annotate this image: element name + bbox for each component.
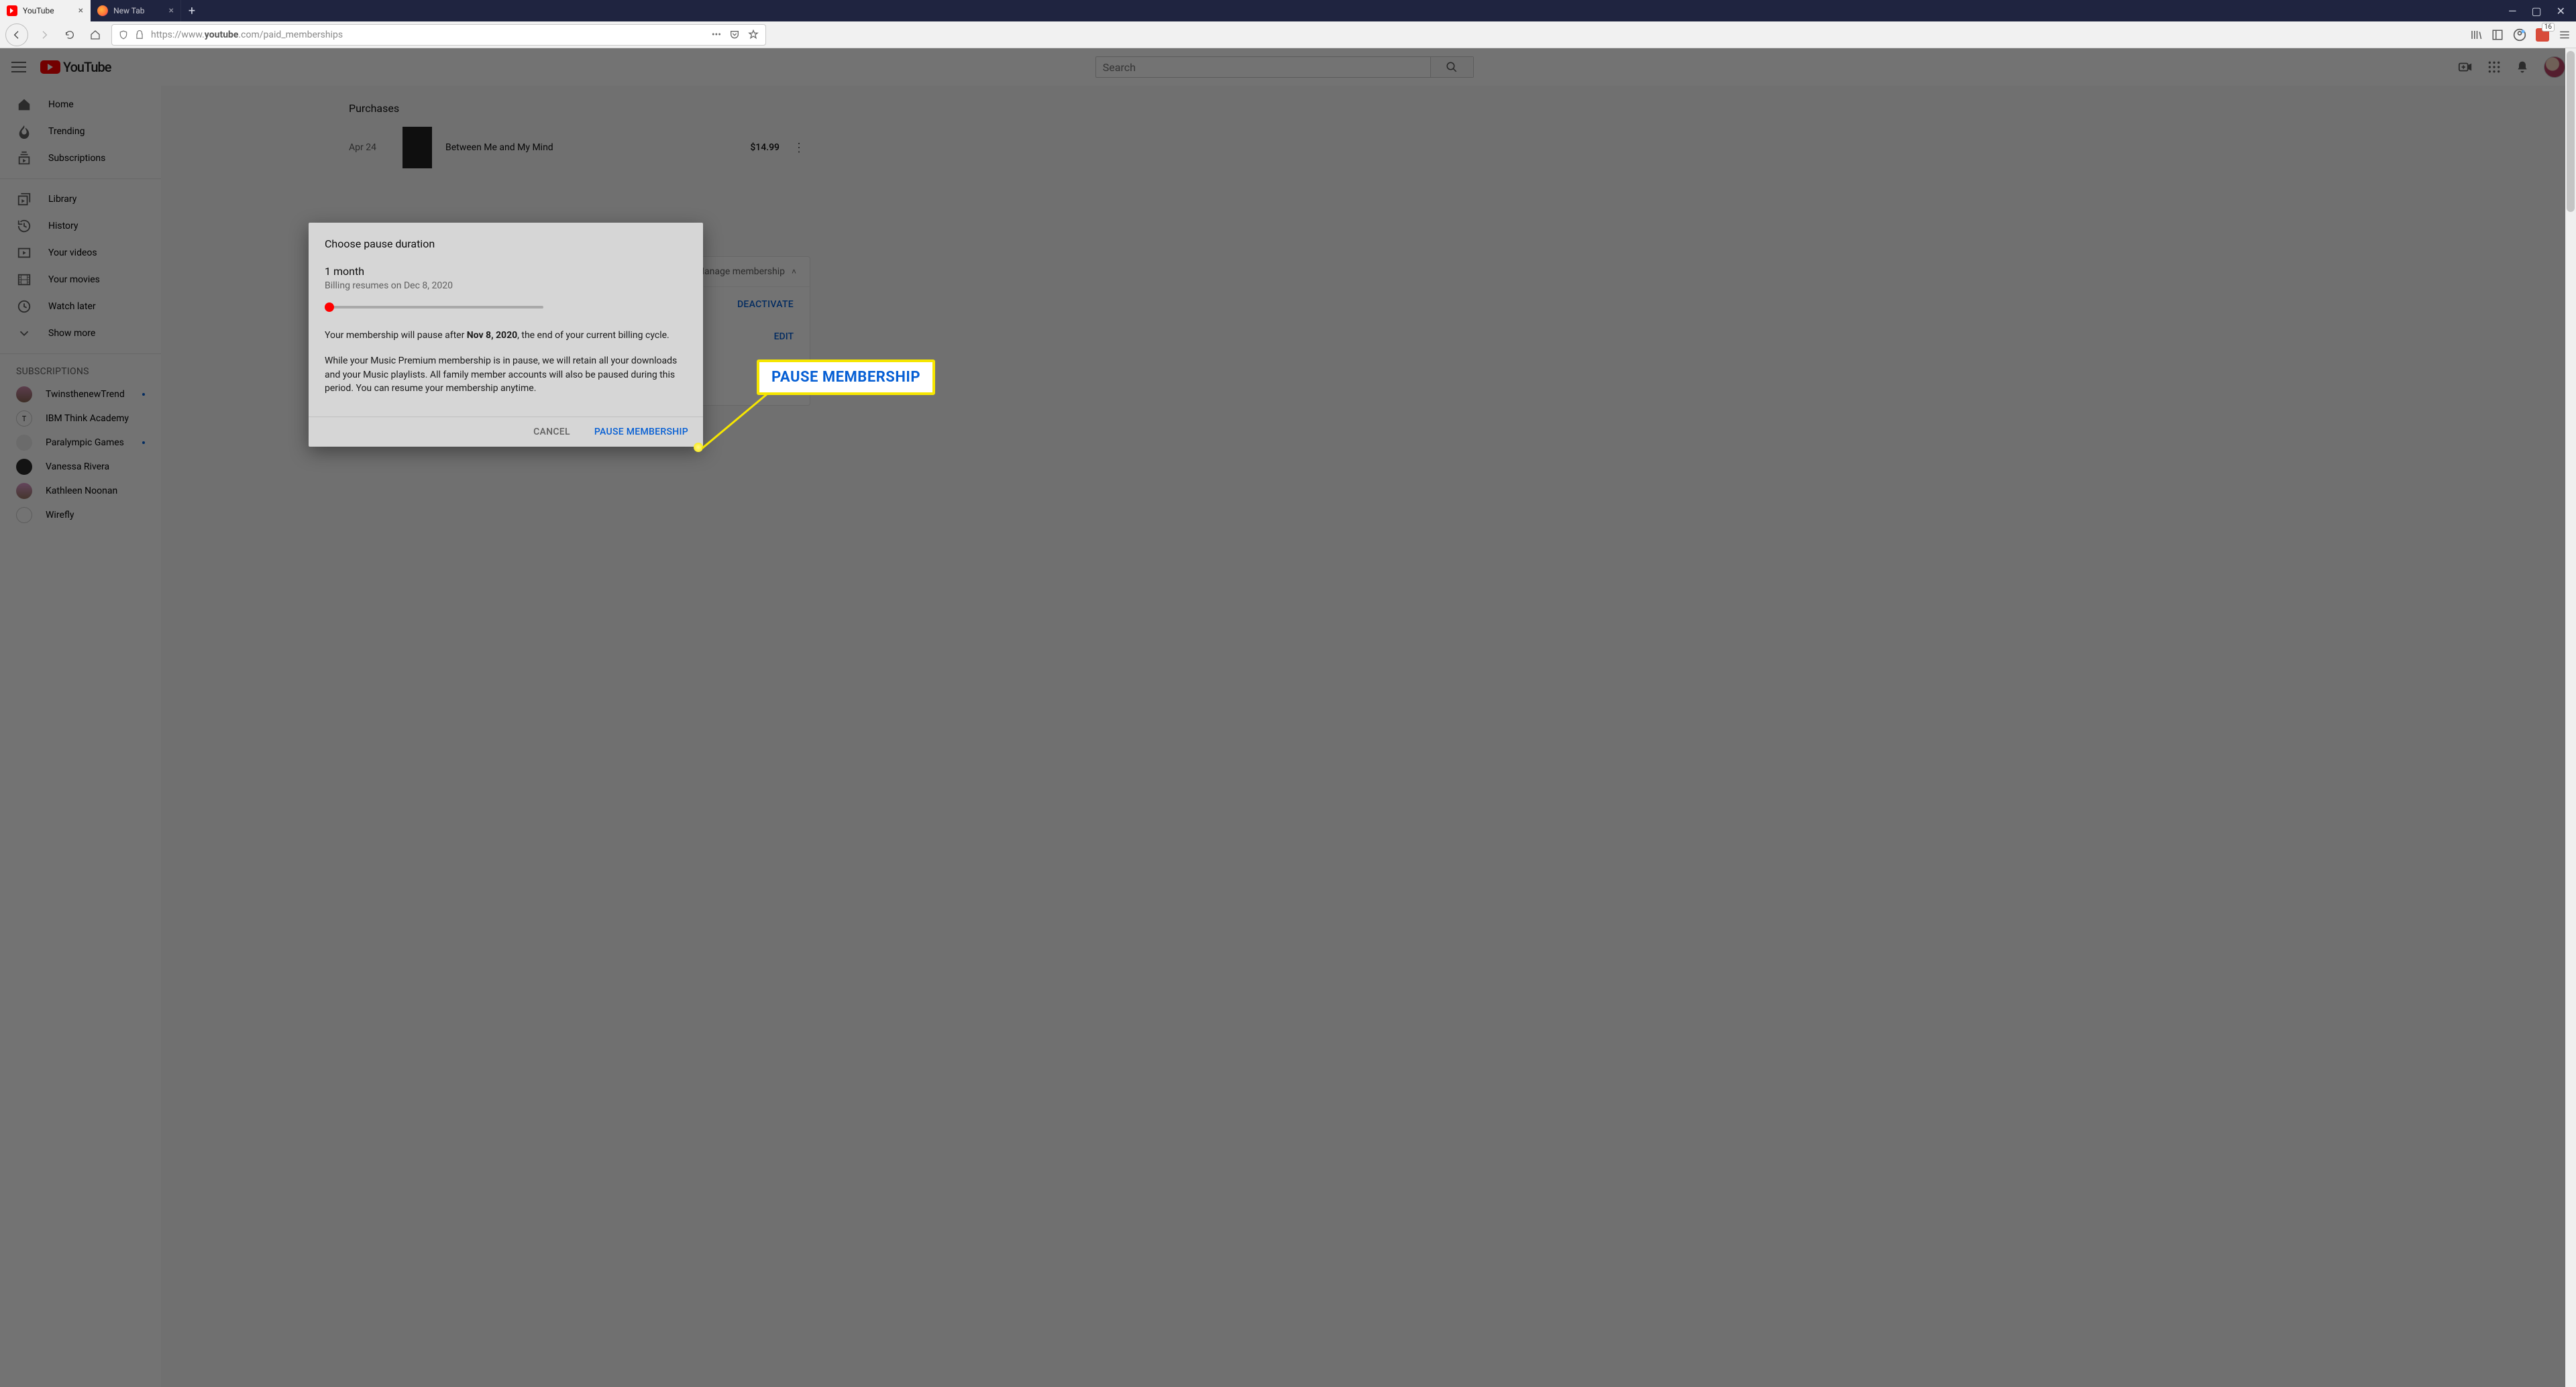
browser-tab-newtab[interactable]: New Tab × — [91, 0, 181, 21]
pause-duration-value: 1 month — [325, 265, 687, 278]
billing-resume-text: Billing resumes on Dec 8, 2020 — [325, 280, 687, 291]
new-tab-button[interactable]: + — [181, 0, 203, 21]
pause-duration-slider[interactable] — [325, 306, 543, 309]
back-button[interactable] — [5, 23, 28, 46]
minimize-icon[interactable]: ― — [2508, 5, 2517, 17]
vertical-scrollbar[interactable] — [2565, 48, 2576, 1387]
url-text: https://www.youtube.com/paid_memberships — [151, 30, 705, 40]
tab-label: New Tab — [113, 6, 144, 15]
url-bar[interactable]: https://www.youtube.com/paid_memberships… — [111, 24, 766, 46]
extension-badge[interactable]: 16 — [2536, 28, 2549, 42]
home-icon — [90, 30, 101, 40]
pause-duration-modal: Choose pause duration 1 month Billing re… — [309, 223, 703, 447]
modal-body-2: While your Music Premium membership is i… — [325, 354, 687, 395]
menu-icon[interactable] — [2559, 29, 2571, 41]
close-icon[interactable]: × — [78, 5, 83, 16]
scrollbar-thumb[interactable] — [2567, 51, 2575, 212]
library-icon[interactable] — [2470, 29, 2482, 41]
pause-membership-button[interactable]: PAUSE MEMBERSHIP — [594, 427, 688, 437]
pocket-icon[interactable] — [729, 30, 740, 40]
browser-toolbar: https://www.youtube.com/paid_memberships… — [0, 21, 2576, 48]
extension-badge-count: 16 — [2542, 23, 2555, 32]
cancel-button[interactable]: CANCEL — [533, 427, 570, 437]
slider-knob[interactable] — [325, 302, 334, 312]
annotation-callout: PAUSE MEMBERSHIP — [757, 359, 935, 395]
account-icon[interactable] — [2513, 28, 2526, 42]
modal-title: Choose pause duration — [325, 237, 687, 250]
firefox-favicon-icon — [97, 5, 108, 16]
lock-icon — [135, 30, 144, 40]
maximize-icon[interactable]: ▢ — [2531, 5, 2541, 17]
home-button[interactable] — [86, 25, 105, 44]
browser-tab-youtube[interactable]: YouTube × — [0, 0, 91, 21]
page-actions-icon[interactable]: ••• — [712, 30, 721, 40]
annotation-marker-icon — [694, 443, 703, 452]
arrow-right-icon — [39, 30, 50, 40]
shield-icon — [119, 30, 128, 40]
reload-button[interactable] — [60, 25, 79, 44]
youtube-favicon-icon — [7, 5, 17, 16]
modal-body-1: Your membership will pause after Nov 8, … — [325, 329, 687, 342]
close-window-icon[interactable]: ✕ — [2557, 5, 2565, 17]
close-icon[interactable]: × — [169, 5, 174, 16]
browser-titlebar: YouTube × New Tab × + ― ▢ ✕ — [0, 0, 2576, 21]
sidebar-icon[interactable] — [2491, 29, 2504, 41]
reload-icon — [64, 30, 75, 40]
page: YouTube Home Trending — [0, 48, 2576, 1387]
window-controls: ― ▢ ✕ — [2498, 0, 2576, 21]
forward-button — [35, 25, 54, 44]
tab-label: YouTube — [23, 6, 54, 15]
bookmark-star-icon[interactable] — [748, 30, 759, 40]
toolbar-extensions: 16 — [2470, 28, 2571, 42]
arrow-left-icon — [11, 30, 22, 40]
